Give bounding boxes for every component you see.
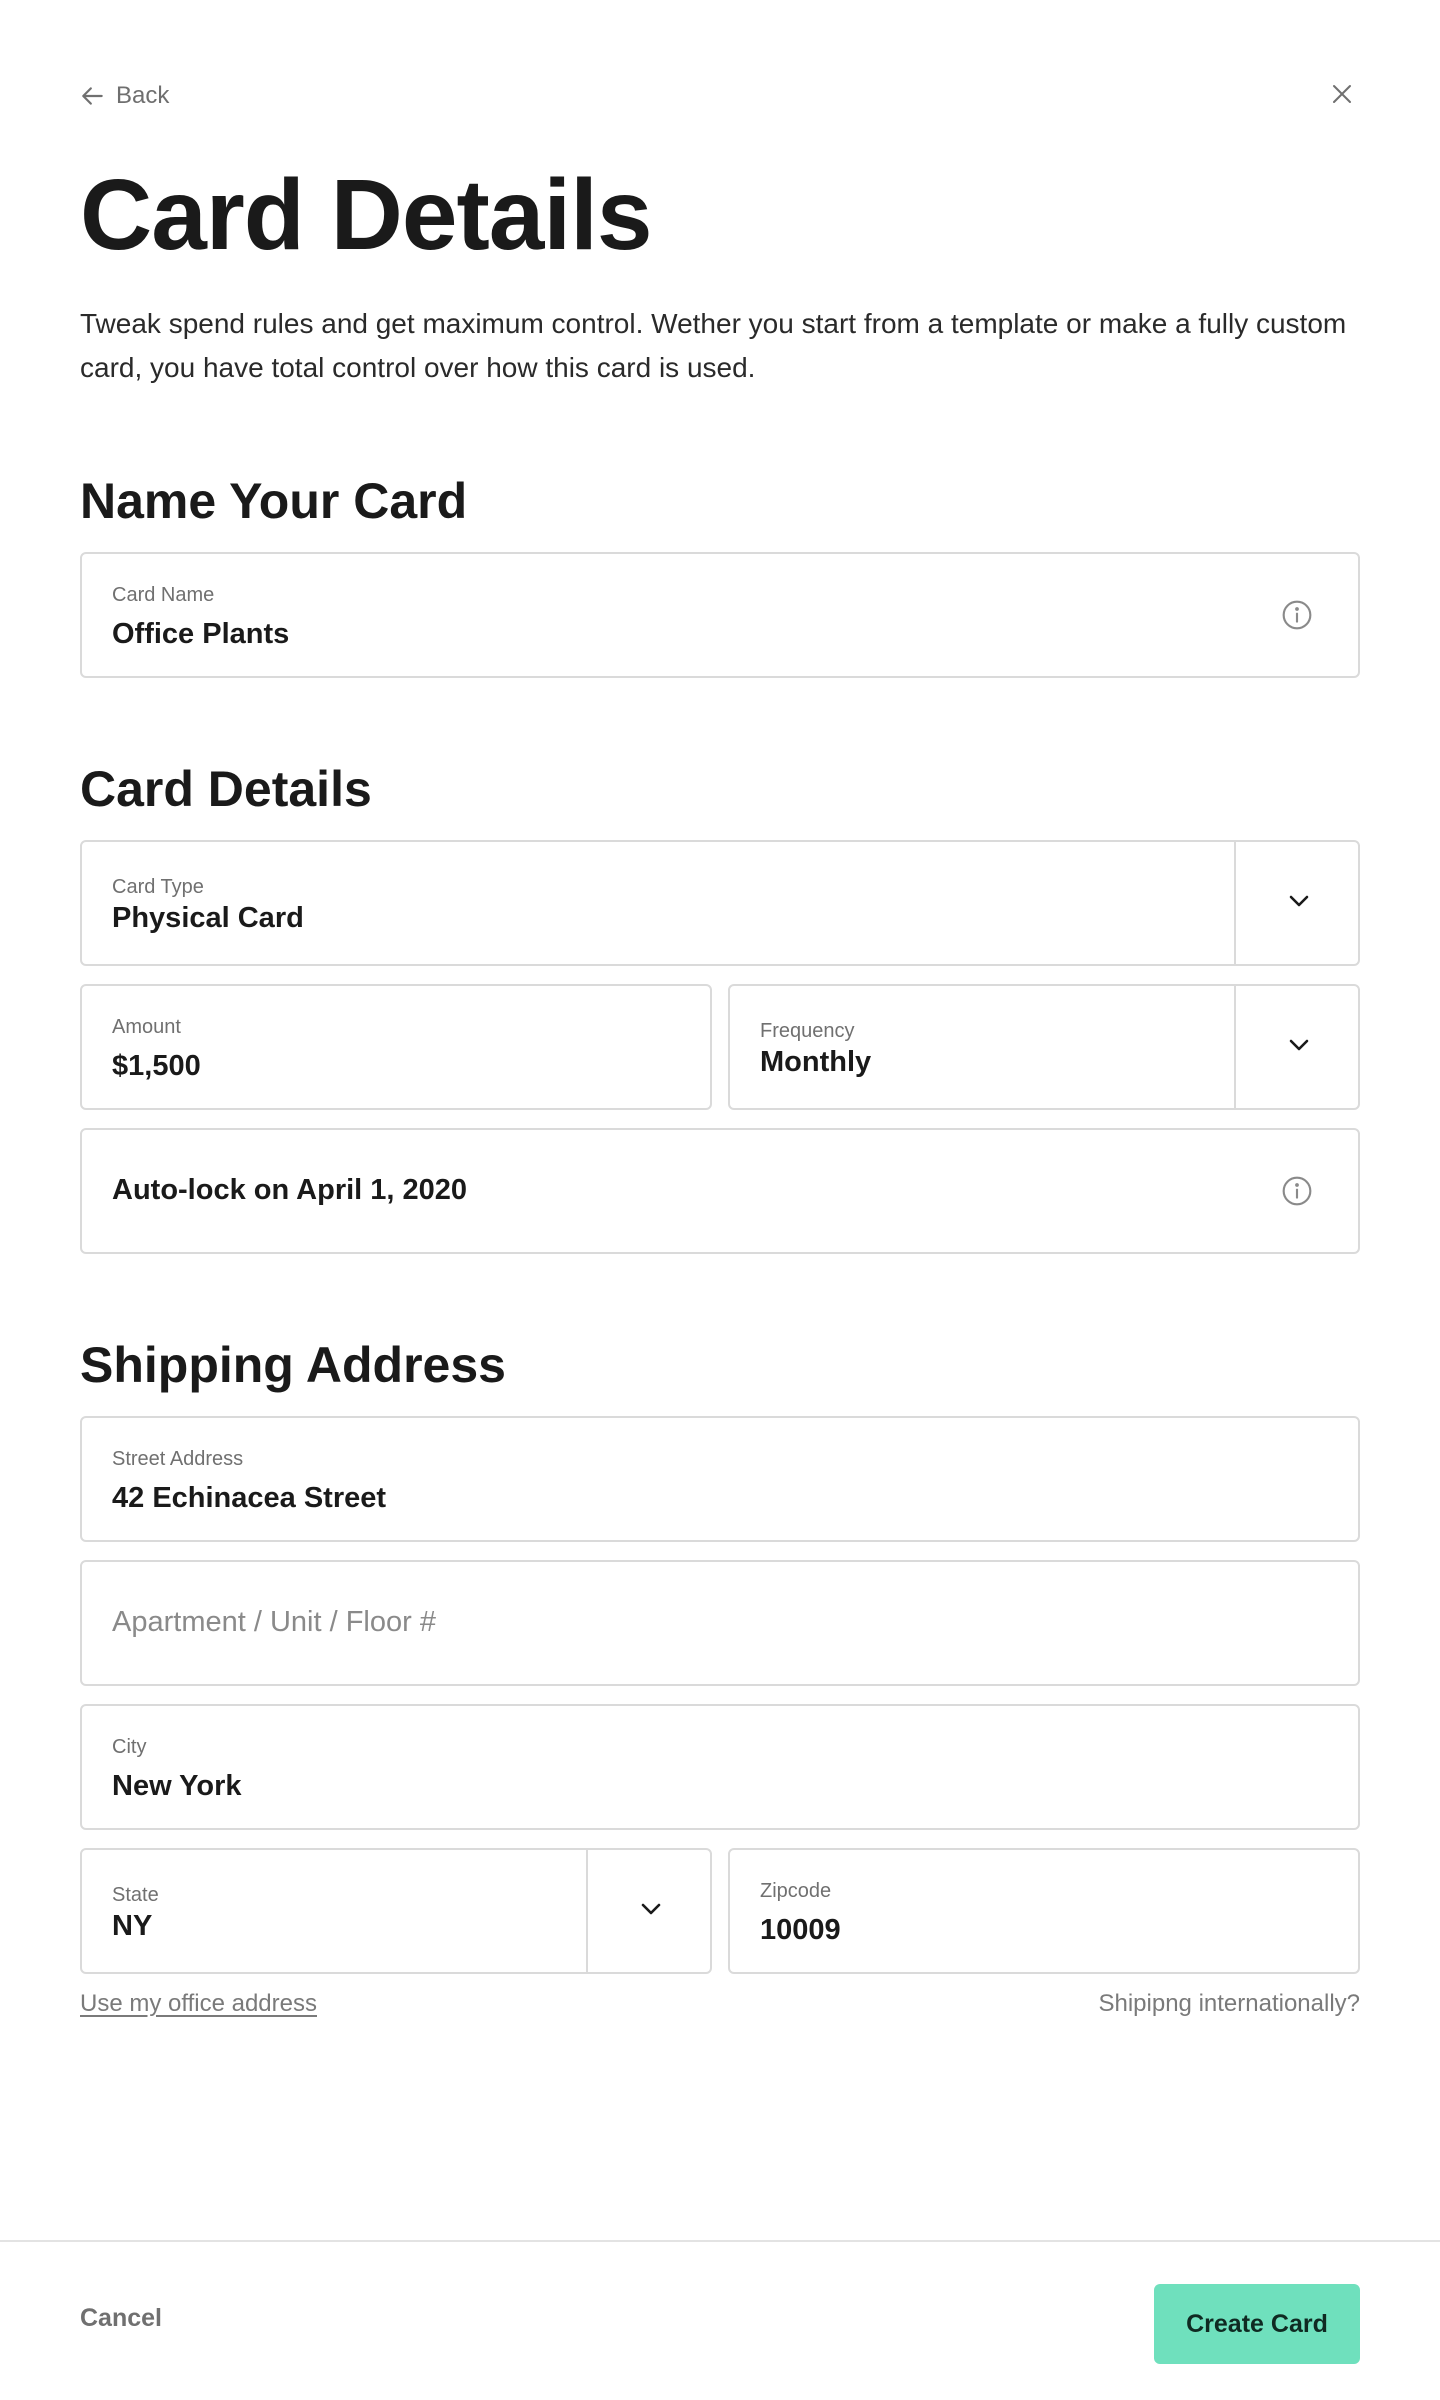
auto-lock-value: Auto-lock on April 1, 2020 <box>112 1174 468 1206</box>
card-type-value: Physical Card <box>112 902 304 934</box>
card-details-page: Back Card Details Tweak spend rules and … <box>0 0 1440 2400</box>
zipcode-label: Zipcode <box>760 1880 832 1902</box>
info-icon[interactable] <box>1280 598 1314 632</box>
frequency-dropdown-button[interactable] <box>1236 986 1362 1108</box>
amount-field[interactable]: Amount $1,500 <box>80 984 712 1110</box>
amount-value: $1,500 <box>112 1050 201 1082</box>
state-value: NY <box>112 1910 153 1942</box>
card-name-value: Office Plants <box>112 618 290 650</box>
chevron-down-icon <box>640 1902 662 1921</box>
card-type-select[interactable]: Card Type Physical Card <box>80 840 1360 966</box>
frequency-label: Frequency <box>760 1020 855 1042</box>
zipcode-field[interactable]: Zipcode 10009 <box>728 1848 1360 1974</box>
street-address-value: 42 Echinacea Street <box>112 1482 387 1514</box>
page-intro: Tweak spend rules and get maximum contro… <box>80 308 1347 383</box>
info-icon[interactable] <box>1280 1174 1314 1208</box>
use-office-address-link[interactable]: Use my office address <box>80 1990 317 2018</box>
chevron-down-icon <box>1288 1038 1310 1057</box>
state-dropdown-button[interactable] <box>588 1850 714 1972</box>
street-address-label: Street Address <box>112 1448 244 1470</box>
city-value: New York <box>112 1770 242 1802</box>
details-section-title: Card Details <box>80 761 372 817</box>
apartment-placeholder: Apartment / Unit / Floor # <box>112 1606 436 1638</box>
page-title: Card Details <box>80 159 653 271</box>
back-button[interactable]: Back <box>80 78 169 114</box>
frequency-value: Monthly <box>760 1046 872 1078</box>
card-name-label: Card Name <box>112 584 215 606</box>
card-type-dropdown-button[interactable] <box>1236 842 1362 964</box>
apartment-field[interactable]: Apartment / Unit / Floor # <box>80 1560 1360 1686</box>
cancel-button[interactable]: Cancel <box>80 2304 162 2333</box>
zipcode-value: 10009 <box>760 1914 841 1946</box>
chevron-down-icon <box>1288 894 1310 913</box>
arrow-left-icon <box>80 83 106 109</box>
top-nav: Back <box>80 78 1360 114</box>
street-address-field[interactable]: Street Address 42 Echinacea Street <box>80 1416 1360 1542</box>
city-label: City <box>112 1736 147 1758</box>
card-type-label: Card Type <box>112 876 204 898</box>
close-icon <box>1330 82 1354 111</box>
frequency-select[interactable]: Frequency Monthly <box>728 984 1360 1110</box>
city-field[interactable]: City New York <box>80 1704 1360 1830</box>
amount-label: Amount <box>112 1016 181 1038</box>
ship-internationally-link[interactable]: Shipipng internationally? <box>1098 1990 1360 2018</box>
name-section-title: Name Your Card <box>80 473 468 529</box>
auto-lock-field[interactable]: Auto-lock on April 1, 2020 <box>80 1128 1360 1254</box>
back-label: Back <box>116 82 170 109</box>
close-button[interactable] <box>1324 78 1360 114</box>
footer-bar: Cancel Create Card <box>0 2240 1440 2400</box>
state-label: State <box>112 1884 159 1906</box>
shipping-section-title: Shipping Address <box>80 1337 506 1393</box>
card-name-field[interactable]: Card Name Office Plants <box>80 552 1360 678</box>
create-card-button[interactable]: Create Card <box>1154 2284 1360 2364</box>
state-select[interactable]: State NY <box>80 1848 712 1974</box>
